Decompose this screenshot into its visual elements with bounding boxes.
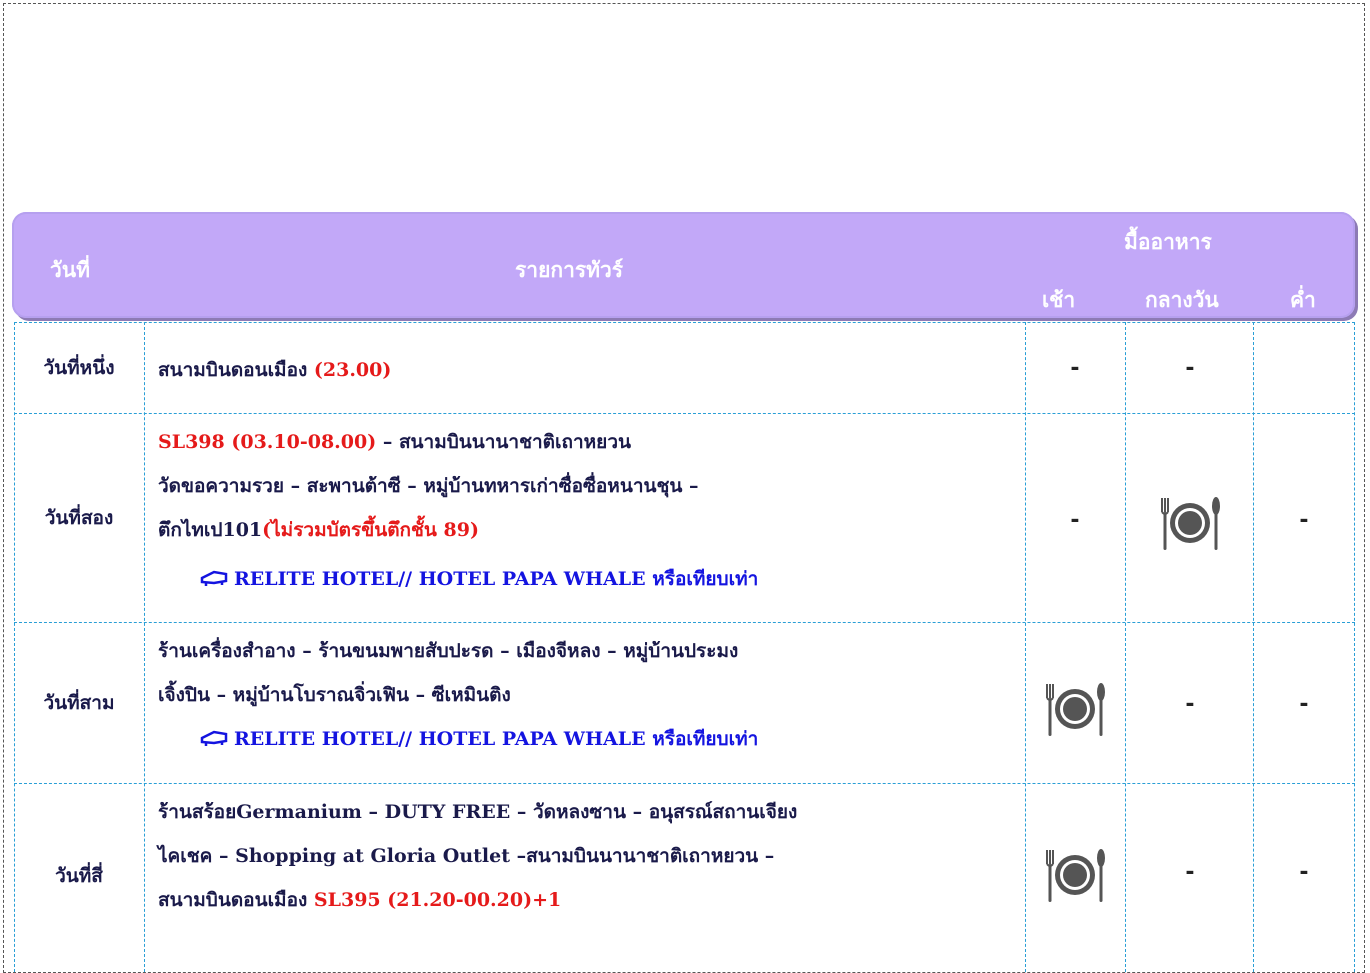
- program-line: ร้านสร้อยGermanium – DUTY FREE – วัดหลงซ…: [158, 801, 798, 823]
- header-program: รายการทัวร์: [515, 258, 624, 282]
- bed-icon: [200, 570, 228, 586]
- program-line: ร้านเครื่องสำอาง – ร้านขนมพายสับปะรด – เ…: [158, 640, 739, 662]
- hotel-line: RELITE HOTEL// HOTEL PAPA WHALE หรือเทีย…: [200, 724, 758, 754]
- lunch-value: -: [1185, 860, 1195, 885]
- hotel-name: RELITE HOTEL// HOTEL PAPA WHALE หรือเทีย…: [234, 568, 759, 590]
- day-label: วันที่หนึ่ง: [43, 356, 115, 379]
- dinner-value: -: [1299, 860, 1309, 885]
- day-label: วันที่สาม: [43, 691, 115, 714]
- header-lunch: กลางวัน: [1145, 288, 1219, 312]
- header-meals: มื้ออาหาร: [1124, 230, 1212, 254]
- plate-fork-knife-icon: [1046, 683, 1105, 736]
- header-day: วันที่: [50, 258, 90, 282]
- dinner-value: -: [1299, 692, 1309, 717]
- program-note: (ไม่รวมบัตรขึ้นตึกชั้น 89): [262, 519, 479, 541]
- flight-info: SL395 (21.20-00.20)+1: [313, 889, 562, 911]
- program-line: ไคเชค – Shopping at Gloria Outlet –สนามบ…: [158, 845, 775, 867]
- bed-icon: [200, 730, 228, 746]
- program-time: (23.00): [313, 359, 392, 381]
- day-label: วันที่สอง: [44, 506, 114, 529]
- plate-fork-knife-icon: [1161, 497, 1220, 550]
- breakfast-value: -: [1070, 356, 1080, 381]
- grid-line: [1125, 322, 1126, 972]
- breakfast-value: -: [1070, 508, 1080, 533]
- grid-line: [14, 783, 1355, 784]
- program-text: ตึกไทเป101: [158, 519, 263, 541]
- grid-line: [1253, 322, 1254, 972]
- program-text: สนามบินดอนเมือง: [158, 889, 314, 911]
- program-line: ตึกไทเป101(ไม่รวมบัตรขึ้นตึกชั้น 89): [158, 515, 479, 545]
- flight-info: SL398 (03.10-08.00): [158, 431, 377, 453]
- grid-line: [14, 413, 1355, 414]
- program-line: วัดขอความรวย – สะพานต้าซี – หมู่บ้านทหาร…: [158, 475, 699, 497]
- table-header: วันที่ รายการทัวร์ มื้ออาหาร เช้า กลางวั…: [12, 212, 1355, 318]
- program-text: สนามบินดอนเมือง: [158, 359, 314, 381]
- program-line: สนามบินดอนเมือง SL395 (21.20-00.20)+1: [158, 885, 561, 915]
- program-line: SL398 (03.10-08.00) – สนามบินนานาชาติเถา…: [158, 427, 631, 457]
- grid-line: [14, 622, 1355, 623]
- dinner-value: -: [1299, 508, 1309, 533]
- day-label: วันที่สี่: [55, 864, 103, 887]
- header-breakfast: เช้า: [1042, 288, 1076, 312]
- lunch-value: -: [1185, 692, 1195, 717]
- program-text: – สนามบินนานาชาติเถาหยวน: [376, 431, 631, 453]
- grid-line: [14, 322, 1355, 323]
- program-line: สนามบินดอนเมือง (23.00): [158, 355, 391, 385]
- grid-line: [144, 322, 145, 972]
- program-line: เจิ้งปิน – หมู่บ้านโบราณจิ่วเฟิน – ซีเหม…: [158, 684, 511, 706]
- lunch-value: -: [1185, 356, 1195, 381]
- plate-fork-knife-icon: [1046, 849, 1105, 902]
- header-dinner: ค่ำ: [1290, 288, 1316, 312]
- grid-line: [1025, 322, 1026, 972]
- hotel-line: RELITE HOTEL// HOTEL PAPA WHALE หรือเทีย…: [200, 564, 758, 594]
- grid-line: [1354, 322, 1355, 972]
- hotel-name: RELITE HOTEL// HOTEL PAPA WHALE หรือเทีย…: [234, 728, 759, 750]
